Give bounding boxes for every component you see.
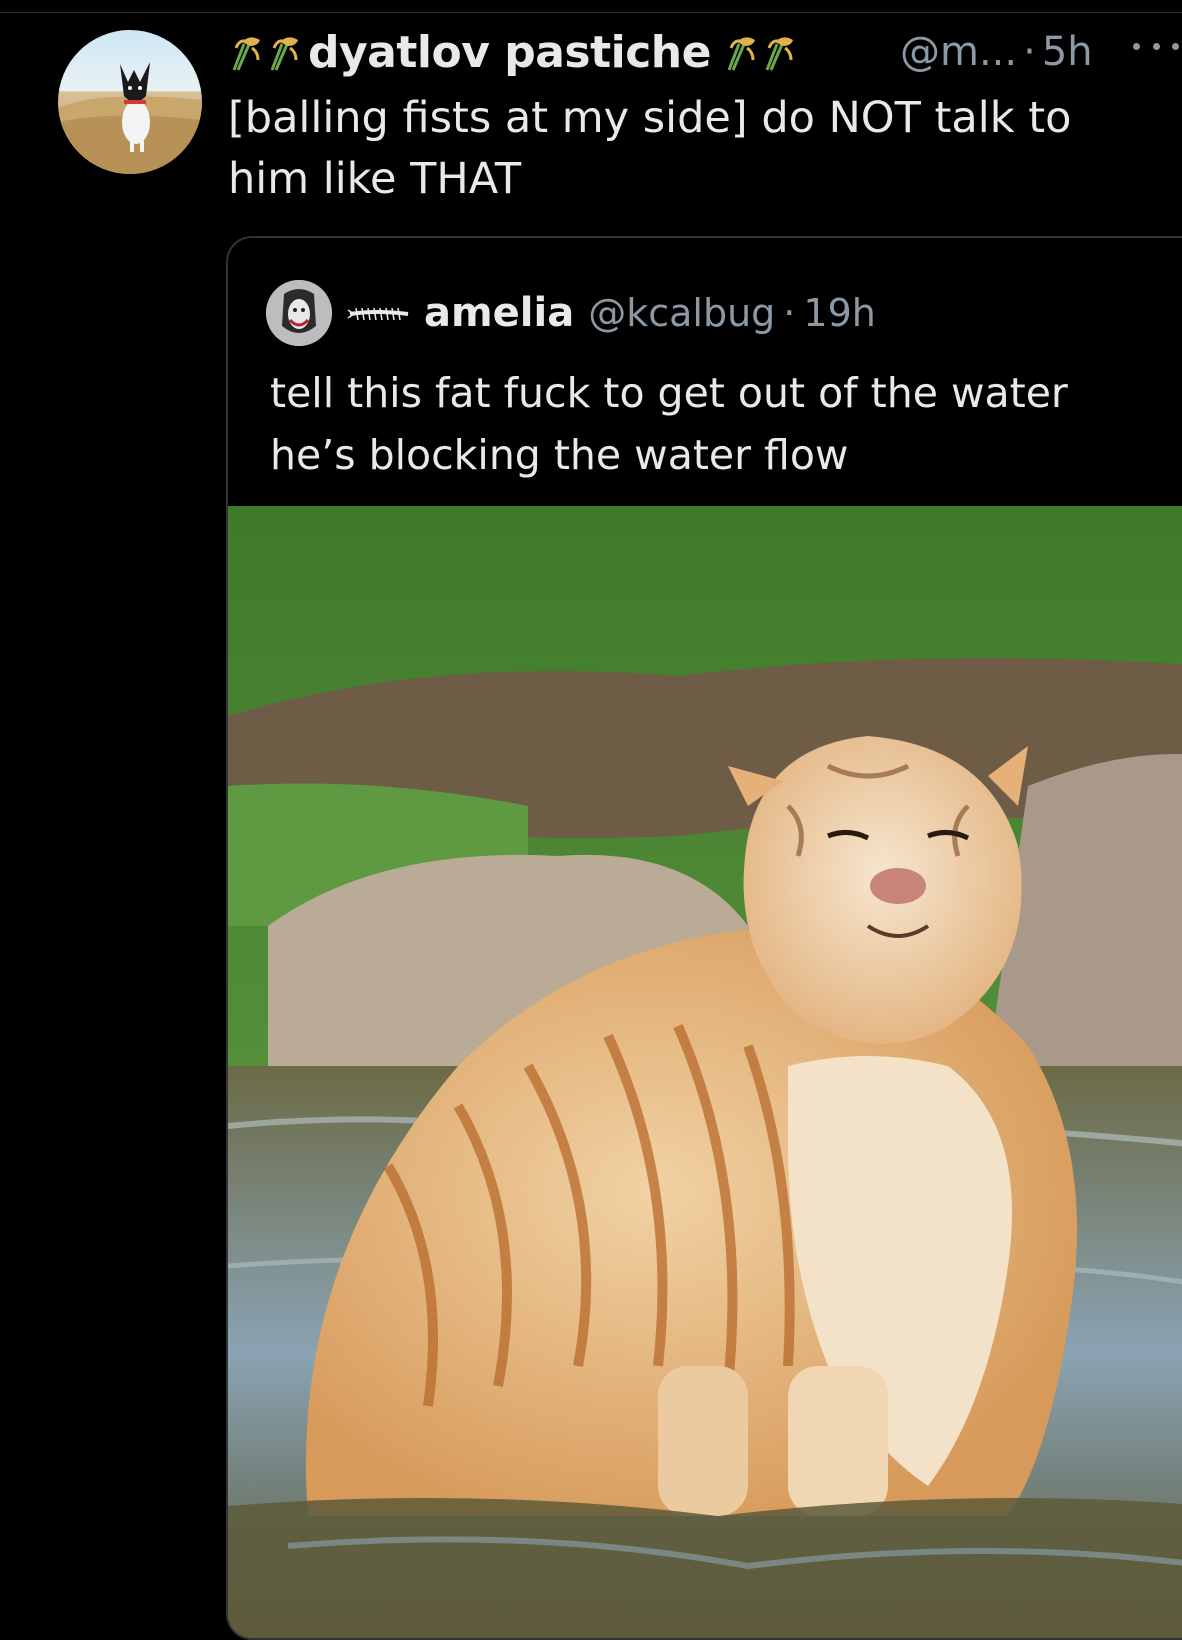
display-name-text: dyatlov pastiche [308, 26, 711, 78]
quoted-avatar-image [266, 280, 332, 346]
handle: @m... [900, 29, 1018, 75]
display-name[interactable]: dyatlov pastiche [228, 22, 797, 82]
quoted-tweet[interactable]: amelia @kcalbug · 19h tell this fat fuck… [226, 236, 1182, 1640]
divider [0, 12, 1182, 13]
quoted-header: amelia @kcalbug · 19h [346, 286, 876, 340]
quoted-display-name[interactable]: amelia [424, 290, 574, 336]
quoted-tweet-text: tell this fat fuck to get out of the wat… [270, 369, 1068, 479]
quoted-avatar[interactable] [266, 280, 332, 346]
tiger-photo[interactable] [228, 506, 1182, 1638]
more-options-icon[interactable] [1133, 28, 1179, 64]
timestamp: 5h [1041, 29, 1093, 75]
quoted-handle[interactable]: @kcalbug [588, 291, 775, 335]
avatar-image [58, 62, 202, 174]
rice-sheaf-icon [727, 37, 755, 71]
avatar[interactable] [58, 30, 202, 174]
tweet-text: [balling fists at my side] do NOT talk t… [228, 93, 1072, 204]
centipede-icon [347, 307, 409, 321]
tiger-photo-image [228, 506, 1182, 1638]
rice-sheaf-icon [232, 37, 260, 71]
separator-dot: · [1023, 29, 1036, 75]
tweet-header: dyatlov pastiche @m... · 5h [228, 22, 1179, 82]
rice-sheaf-icon [270, 37, 298, 71]
separator-dot: · [783, 291, 796, 335]
handle-and-time[interactable]: @m... · 5h [900, 22, 1093, 82]
rice-sheaf-icon [765, 37, 793, 71]
quoted-timestamp[interactable]: 19h [803, 291, 875, 335]
